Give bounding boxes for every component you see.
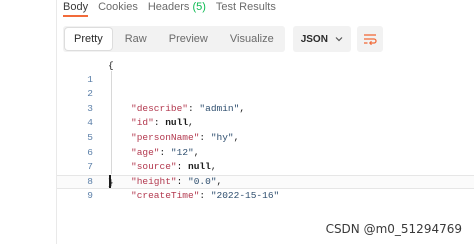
code-line: 4 "personName": "hy", [57,102,474,143]
tab-headers[interactable]: Headers (5) [148,0,206,17]
wrap-lines-button[interactable] [356,26,383,52]
tab-test-results-label: Test Results [215,1,276,13]
view-preview-button[interactable]: Preview [160,28,217,50]
watermark: CSDN @m0_51294769 [325,222,462,236]
open-brace: { [108,60,114,71]
response-tabs: Body Cookies Headers (5) Test Results [63,0,286,17]
code-line: 8 "createTime": "2022-15-16" [57,160,474,202]
tab-cookies-label: Cookies [98,1,138,13]
tab-body[interactable]: Body [63,0,89,17]
response-panel: Body Cookies Headers (5) Test Results Pr… [56,0,474,244]
format-select-value: JSON [300,33,328,45]
tab-test-results[interactable]: Test Results [216,0,276,17]
tab-body-label: Body [63,1,89,13]
code-line: 6 "source": null, [57,131,474,173]
tab-headers-label: Headers [147,1,190,13]
code-line: 7 "height": "0.0", [57,146,474,187]
code-line: 9 } [57,175,474,202]
code-line: 2 "describe": "admin", [57,73,474,114]
json-value: "2022-15-16" [210,190,280,202]
wrap-lines-icon [363,34,377,45]
tab-cookies[interactable]: Cookies [98,0,138,17]
view-visualize-button[interactable]: Visualize [221,28,283,50]
line-number: 9 [87,190,93,202]
chevron-down-icon [335,37,343,42]
code-line: 1 { [57,58,474,85]
body-toolbar: Pretty Raw Preview Visualize JSON [63,26,383,52]
json-key: "createTime" [131,190,200,202]
format-select[interactable]: JSON [292,26,351,52]
view-mode-switcher: Pretty Raw Preview Visualize [63,26,285,52]
code-line: 5 "age": "12", [57,116,474,158]
headers-count-badge: (5) [192,1,206,13]
text-cursor [109,175,111,188]
view-raw-button[interactable]: Raw [116,28,156,50]
response-body-editor[interactable]: 1 { 2 "describe": "admin", 3 "id": null,… [57,58,474,202]
code-line: 3 "id": null, [57,87,474,129]
view-pretty-button[interactable]: Pretty [65,28,112,50]
